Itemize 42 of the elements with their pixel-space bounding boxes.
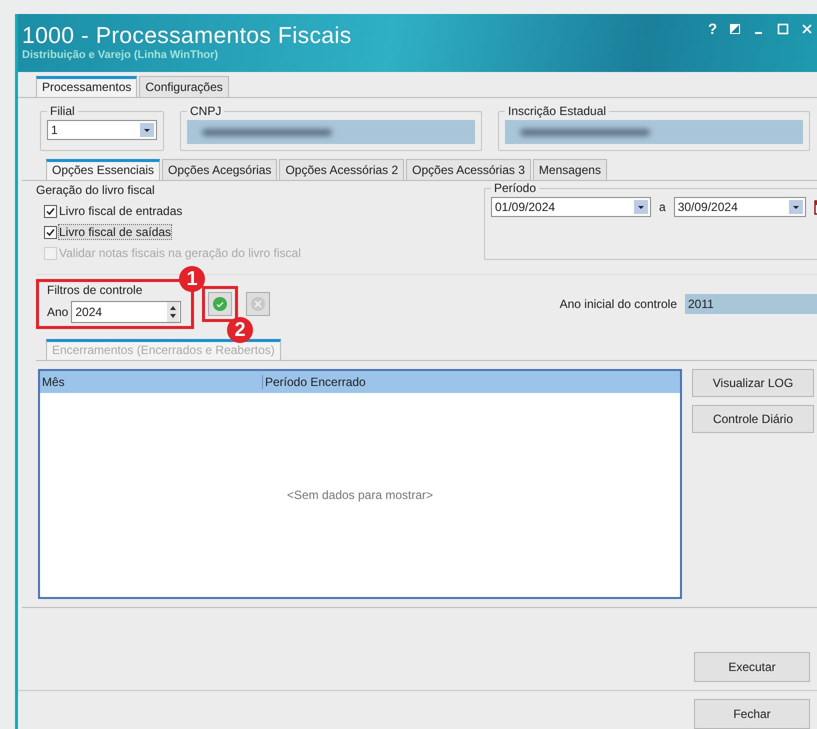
filial-dropdown[interactable]: 1 bbox=[47, 120, 157, 140]
tab[interactable]: Opções Acessórias 2 bbox=[279, 159, 404, 180]
tab[interactable]: Opções Acegsórias bbox=[162, 159, 278, 180]
checkbox[interactable]: Livro fiscal de entradas bbox=[36, 204, 182, 218]
checkbox-icon[interactable] bbox=[44, 204, 57, 218]
tab[interactable]: Opções Acessórias 3 bbox=[406, 159, 531, 180]
close-button[interactable]: Fechar bbox=[694, 699, 810, 729]
column-header[interactable]: Mês bbox=[40, 375, 263, 389]
action-button[interactable]: Visualizar LOG bbox=[692, 369, 814, 397]
step-badge: 2 bbox=[227, 317, 253, 343]
step-badge: 1 bbox=[179, 266, 205, 292]
check-circle-icon bbox=[212, 296, 228, 312]
tab[interactable]: Mensagens bbox=[532, 159, 607, 180]
close-icon[interactable] bbox=[801, 23, 814, 35]
group-label: Filial bbox=[49, 104, 76, 118]
field-label: Ano bbox=[47, 305, 68, 319]
spin-arrows-icon[interactable] bbox=[167, 302, 180, 322]
tab[interactable]: Processamentos bbox=[36, 76, 138, 97]
empty-message: <Sem dados para mostrar> bbox=[286, 488, 434, 502]
ano-inicial-field: 2011 bbox=[685, 294, 817, 314]
range-separator: a bbox=[659, 200, 666, 214]
year-spinner[interactable]: 2024 bbox=[71, 301, 182, 323]
checkbox-icon[interactable] bbox=[44, 226, 57, 238]
group-label: Período bbox=[493, 181, 538, 195]
tab[interactable]: Opções Essenciais bbox=[46, 159, 160, 180]
help-button[interactable]: ? bbox=[708, 23, 718, 37]
window-title: 1000 - Processamentos Fiscais bbox=[22, 22, 352, 49]
cancel-circle-icon bbox=[250, 296, 266, 312]
date-field[interactable]: 01/09/2024 bbox=[491, 197, 651, 217]
maximize-icon[interactable] bbox=[777, 23, 790, 35]
group-label: Inscrição Estadual bbox=[507, 104, 608, 118]
action-button[interactable]: Controle Diário bbox=[692, 405, 814, 433]
window-subtitle: Distribuição e Varejo (Linha WinThor) bbox=[22, 49, 220, 61]
restore-icon[interactable] bbox=[729, 23, 742, 35]
date-field[interactable]: 30/09/2024 bbox=[674, 197, 806, 217]
column-header[interactable]: Período Encerrado bbox=[263, 375, 366, 389]
group-label: CNPJ bbox=[189, 104, 222, 118]
tab[interactable]: Configurações bbox=[139, 76, 229, 97]
field-label: Ano inicial do controle bbox=[560, 297, 677, 311]
execute-button[interactable]: Executar bbox=[694, 652, 810, 682]
section-label: Geração do livro fiscal bbox=[36, 183, 156, 197]
section-label: Filtros de controle bbox=[47, 283, 144, 297]
